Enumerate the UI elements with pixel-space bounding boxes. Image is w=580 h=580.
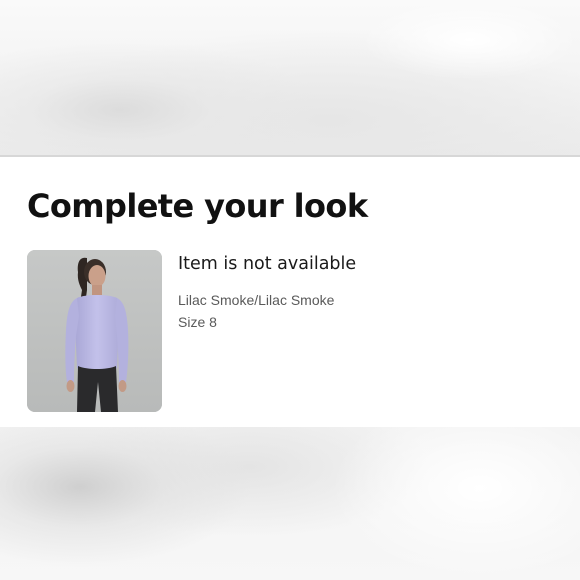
product-photo [27,250,162,412]
section-title: Complete your look [27,187,368,225]
blurred-background-top [0,0,580,156]
product-size: Size 8 [178,314,217,330]
product-image[interactable] [27,250,162,412]
background-highlight [360,0,580,80]
product-color: Lilac Smoke/Lilac Smoke [178,292,335,308]
blurred-background-bottom [0,427,580,580]
product-availability-status: Item is not available [178,254,357,274]
complete-your-look-section: Complete your look Item is not available… [0,157,580,427]
background-highlight [330,427,580,580]
